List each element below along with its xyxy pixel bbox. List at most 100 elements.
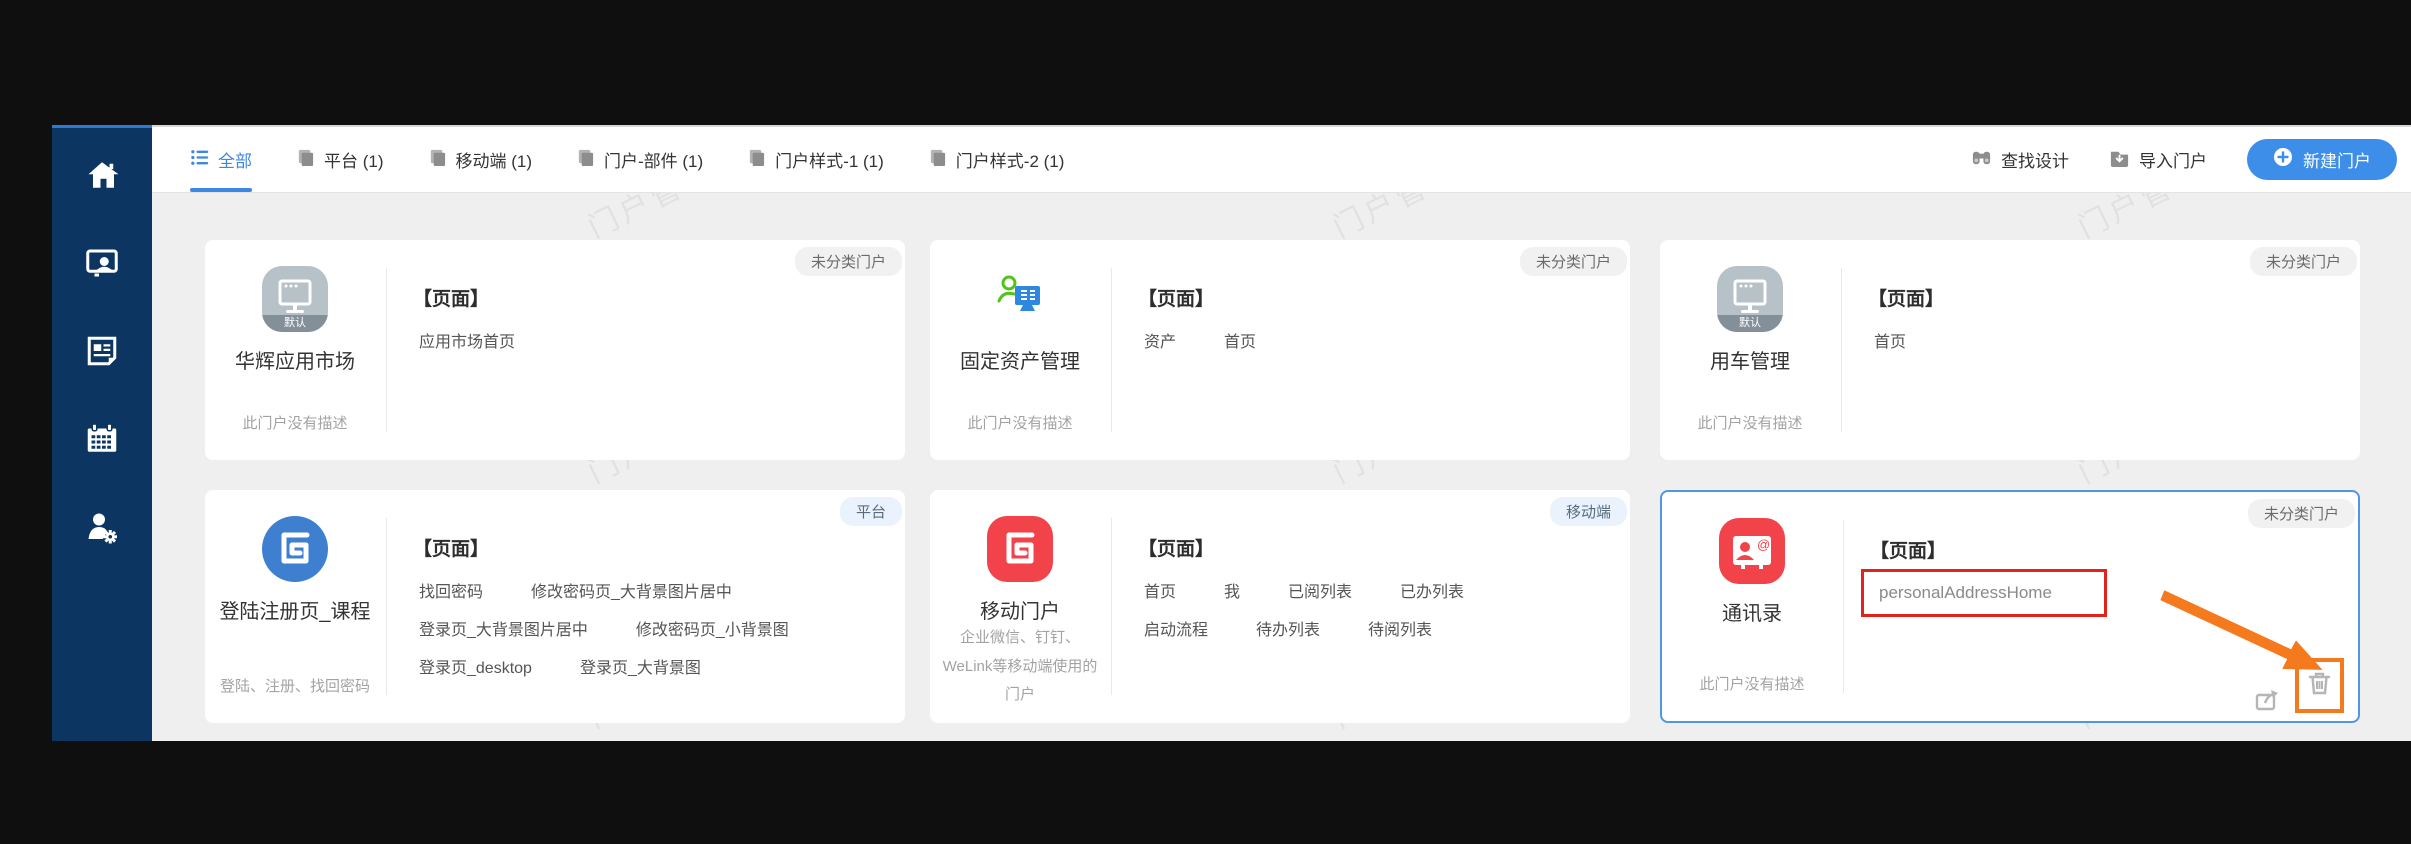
portal-card-移动门户[interactable]: 移动端 移动门户 企业微信、钉钉、WeLink等移动端使用的门户 【页面】 首页我已阅列… — [930, 490, 1630, 723]
category-badge: 未分类门户 — [2247, 499, 2355, 528]
portal-card-用车管理[interactable]: 未分类门户 默认 用车管理 此门户没有描述 【页面】 首页 — [1660, 240, 2360, 460]
list-icon — [190, 148, 209, 172]
portal-card-华辉应用市场[interactable]: 未分类门户 默认 华辉应用市场 此门户没有描述 【页面】 应用市场首页 — [205, 240, 905, 460]
page-row: 登录页_大背景图片居中 修改密码页_小背景图 — [419, 616, 881, 640]
screen: 全部 平台 (1) 移动端 (1) 门户-部件 (1) 门户样式-1 (1) 门户样式-2… — [0, 0, 2411, 844]
portal-name: 用车管理 — [1710, 351, 1790, 373]
sidebar-item-monitor-user[interactable] — [83, 246, 121, 284]
portal-default-monitor-icon: 默认 — [1717, 266, 1783, 332]
portal-card-登陆注册页_课程[interactable]: 平台 登陆注册页_课程 登陆、注册、找回密码 【页面】 找回密码 修改密码页_大背景图片居… — [205, 490, 905, 723]
sidebar — [52, 125, 152, 741]
default-flag: 默认 — [262, 315, 328, 332]
tab-label: 门户样式-1 (1) — [775, 152, 884, 171]
portal-default-monitor-icon: 默认 — [262, 266, 328, 332]
portal-card-通讯录[interactable]: 未分类门户 @ 通讯录 此门户没有描述 【页面】 personalAddressHome — [1660, 490, 2360, 723]
page-link[interactable]: personalAddressHome — [1861, 569, 2107, 617]
tab-category-3[interactable]: 门户-部件 (1) — [576, 127, 703, 192]
delete-button[interactable] — [2306, 670, 2333, 697]
svg-text:@: @ — [1757, 537, 1770, 552]
portal-summary: 默认用车管理此门户没有描述 — [1660, 240, 1840, 460]
toolbar-actions: 查找设计 导入门户 新建门户 — [1971, 139, 2397, 180]
page-row: 首页 我 已阅列表 已办列表 — [1144, 578, 1606, 602]
pages-section-label: 【页面】 — [1138, 289, 1215, 310]
find-design-label: 查找设计 — [2001, 152, 2069, 171]
page-link[interactable]: 登录页_desktop — [419, 654, 532, 678]
import-portal-button[interactable]: 导入门户 — [2109, 147, 2207, 173]
portal-asset-monitor-icon — [987, 266, 1053, 332]
home-icon — [84, 157, 120, 198]
page-link[interactable]: 待阅列表 — [1368, 616, 1432, 640]
pages-list: 找回密码 修改密码页_大背景图片居中 登录页_大背景图片居中 修改密码页_小背景图 登录… — [419, 578, 881, 678]
tab-category-5[interactable]: 门户样式-2 (1) — [928, 127, 1064, 192]
page-link[interactable]: 首页 — [1224, 328, 1256, 352]
user-settings-icon — [84, 509, 120, 550]
pages-list: 首页 我 已阅列表 已办列表启动流程 待办列表 待阅列表 — [1144, 578, 1606, 640]
news-icon — [84, 333, 120, 374]
tab-label: 全部 — [218, 152, 252, 171]
tab-category-1[interactable]: 平台 (1) — [296, 127, 384, 192]
portal-name: 固定资产管理 — [960, 351, 1080, 373]
monitor-user-icon — [84, 245, 120, 286]
portal-card-固定资产管理[interactable]: 未分类门户 固定资产管理 此门户没有描述 【页面】 资产 首页 — [930, 240, 1630, 460]
portal-summary: 移动门户 企业微信、钉钉、WeLink等移动端使用的门户 — [930, 490, 1110, 723]
create-portal-button[interactable]: 新建门户 — [2247, 139, 2397, 180]
pages-icon — [428, 148, 447, 172]
page-link[interactable]: 已阅列表 — [1288, 578, 1352, 602]
card-action-bar — [2254, 658, 2344, 713]
page-link[interactable]: 修改密码页_小背景图 — [636, 616, 789, 640]
page-link[interactable]: 待办列表 — [1256, 616, 1320, 640]
category-badge: 未分类门户 — [2249, 247, 2357, 276]
category-badge: 移动端 — [1549, 497, 1627, 526]
page-link[interactable]: 首页 — [1144, 578, 1176, 602]
background-watermark: 门户管理 — [1328, 193, 1465, 245]
pages-section-label: 【页面】 — [413, 539, 490, 560]
pages-list: personalAddressHome — [1861, 569, 2334, 617]
pages-section-label: 【页面】 — [1870, 541, 1947, 562]
page-row: personalAddressHome — [1861, 569, 2334, 617]
tab-label: 平台 (1) — [324, 152, 384, 171]
portal-name: 登陆注册页_课程 — [219, 601, 371, 623]
portal-description: 企业微信、钉钉、WeLink等移动端使用的门户 — [942, 629, 1098, 703]
import-icon — [2109, 147, 2130, 173]
find-design-button[interactable]: 查找设计 — [1971, 147, 2069, 173]
sidebar-item-calendar[interactable] — [83, 422, 121, 460]
page-link[interactable]: 首页 — [1874, 328, 1906, 352]
tab-category-2[interactable]: 移动端 (1) — [428, 127, 532, 192]
background-watermark: 门户管理 — [2073, 193, 2210, 245]
sidebar-item-home[interactable] — [83, 158, 121, 196]
tab-all[interactable]: 全部 — [190, 127, 252, 192]
annotation-highlight-box — [2295, 658, 2344, 713]
default-flag: 默认 — [1717, 315, 1783, 332]
portal-description: 此门户没有描述 — [967, 414, 1073, 432]
portal-spiral-red-icon — [987, 516, 1053, 582]
page-link[interactable]: 我 — [1224, 578, 1240, 602]
page-link[interactable]: 登录页_大背景图 — [580, 654, 701, 678]
page-link[interactable]: 找回密码 — [419, 578, 483, 602]
main-panel: 全部 平台 (1) 移动端 (1) 门户-部件 (1) 门户样式-1 (1) 门户样式-2… — [152, 125, 2411, 741]
page-link[interactable]: 登录页_大背景图片居中 — [419, 616, 588, 640]
page-link[interactable]: 应用市场首页 — [419, 328, 515, 352]
page-link[interactable]: 修改密码页_大背景图片居中 — [531, 578, 732, 602]
tab-label: 门户-部件 (1) — [604, 152, 704, 171]
portal-summary: @ 通讯录 此门户没有描述 — [1662, 492, 1842, 721]
sidebar-item-user-settings[interactable] — [83, 510, 121, 548]
portal-pages: 【页面】找回密码 修改密码页_大背景图片居中登录页_大背景图片居中 修改密码页_小背… — [387, 490, 905, 723]
import-portal-label: 导入门户 — [2139, 152, 2207, 171]
page-link[interactable]: 启动流程 — [1144, 616, 1208, 640]
page-link[interactable]: 已办列表 — [1400, 578, 1464, 602]
pages-list: 资产 首页 — [1144, 328, 1606, 352]
portal-name: 通讯录 — [1722, 603, 1782, 625]
portal-summary: 默认 华辉应用市场 此门户没有描述 — [205, 240, 385, 460]
portal-name: 华辉应用市场 — [235, 351, 355, 373]
portal-pages: 【页面】 首页 我 已阅列表 已办列表 启动流程 待办列表 待阅列表 — [1112, 490, 1630, 723]
create-portal-label: 新建门户 — [2303, 152, 2371, 171]
share-button[interactable] — [2254, 686, 2281, 713]
page-link[interactable]: 资产 — [1144, 328, 1176, 352]
sidebar-item-news[interactable] — [83, 334, 121, 372]
portal-description: 此门户没有描述 — [1697, 414, 1803, 432]
plus-circle-icon — [2273, 147, 2293, 172]
tab-category-4[interactable]: 门户样式-1 (1) — [747, 127, 884, 192]
pages-section-label: 【页面】 — [413, 289, 490, 310]
page-row: 首页 — [1874, 328, 2336, 352]
category-tab-bar: 全部 平台 (1) 移动端 (1) 门户-部件 (1) 门户样式-1 (1) 门户样式-2… — [152, 127, 2411, 193]
